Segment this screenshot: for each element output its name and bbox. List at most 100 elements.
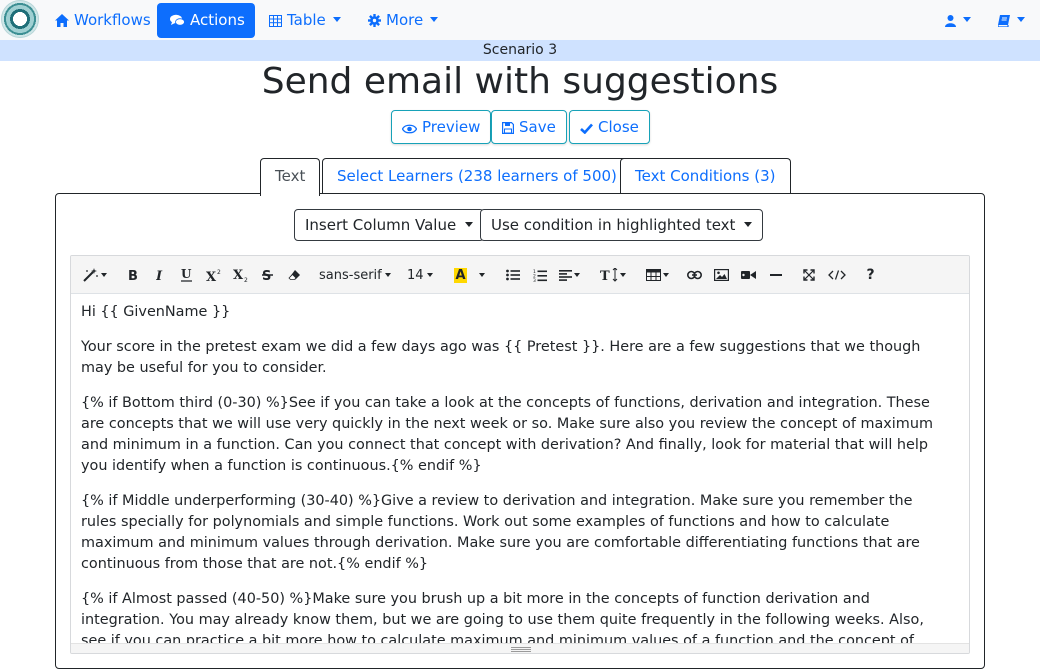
comments-icon [170, 14, 185, 26]
save-button[interactable]: Save [491, 110, 567, 144]
fullscreen-icon [802, 269, 815, 281]
svg-text:I: I [156, 269, 163, 281]
editor-resize-bar[interactable] [71, 643, 969, 653]
insert-table-dropdown[interactable] [641, 262, 673, 289]
color-more-dropdown[interactable] [473, 262, 489, 289]
chevron-down-icon [1017, 17, 1025, 22]
ordered-list-button[interactable]: 123 [526, 262, 553, 289]
svg-text:B: B [128, 269, 138, 281]
subscript-icon: X2 [233, 268, 248, 284]
use-condition-label: Use condition in highlighted text [491, 216, 736, 234]
style-dropdown[interactable] [79, 262, 111, 289]
svg-text:T: T [600, 269, 610, 282]
magic-wand-icon [83, 268, 98, 282]
tab-text-conditions-label: Text Conditions (3) [635, 167, 776, 185]
nav-table[interactable]: Table [256, 3, 354, 38]
preview-button-label: Preview [422, 118, 481, 136]
insert-column-value-dropdown[interactable]: Insert Column Value [294, 209, 485, 241]
chevron-down-icon [430, 17, 439, 22]
unordered-list-button[interactable] [499, 262, 526, 289]
checkmark-icon [580, 123, 593, 135]
svg-text:2: 2 [244, 277, 248, 283]
fullscreen-button[interactable] [795, 262, 822, 289]
align-dropdown[interactable] [553, 262, 585, 289]
code-view-button[interactable] [822, 262, 852, 289]
font-name-value: sans-serif [319, 268, 382, 283]
nav-workflows[interactable]: Workflows [42, 3, 164, 38]
bullet-list-icon [505, 269, 520, 281]
horizontal-rule-button[interactable] [762, 262, 789, 289]
editor-toolbar: B I U X2 X2 S sans-serif 14 A 123 T [71, 256, 969, 294]
email-paragraph: {% if Bottom third (0-30) %}See if you c… [81, 395, 933, 474]
nav-table-label: Table [287, 11, 326, 29]
tab-select-learners[interactable]: Select Learners (238 learners of 500) [322, 158, 632, 195]
preview-button[interactable]: Preview [391, 110, 492, 144]
close-button-label: Close [598, 118, 639, 136]
resize-grip-icon [511, 647, 531, 652]
underline-icon: U [181, 267, 192, 282]
save-button-label: Save [519, 118, 556, 136]
chevron-down-icon [426, 273, 433, 277]
insert-link-button[interactable] [681, 262, 708, 289]
top-navbar: Workflows Actions Table More [0, 0, 1040, 40]
minus-icon [769, 273, 782, 276]
nav-actions-label: Actions [190, 11, 245, 29]
nav-workflows-label: Workflows [74, 11, 151, 29]
bold-button[interactable]: B [119, 262, 146, 289]
recent-color-button[interactable]: A [447, 262, 474, 289]
clear-format-button[interactable] [281, 262, 308, 289]
active-tab-joiner [261, 193, 318, 195]
email-paragraph: {% if Almost passed (40-50) %}Make sure … [81, 591, 924, 645]
email-paragraph: {% if Middle underperforming (30-40) %}G… [81, 493, 920, 572]
italic-icon: I [155, 269, 163, 284]
line-height-dropdown[interactable]: T [597, 262, 629, 289]
nav-more[interactable]: More [355, 3, 451, 38]
font-size-dropdown[interactable]: 14 [403, 262, 437, 289]
floppy-disk-icon [502, 122, 514, 134]
nav-more-label: More [386, 11, 424, 29]
font-name-dropdown[interactable]: sans-serif [315, 262, 395, 289]
scenario-label: Scenario 3 [0, 40, 1040, 61]
nav-actions[interactable]: Actions [157, 3, 255, 38]
bold-icon: B [128, 269, 138, 284]
italic-button[interactable]: I [146, 262, 173, 289]
chevron-down-icon [963, 17, 971, 22]
table-icon [645, 269, 661, 281]
text-height-icon: T [600, 267, 618, 284]
eraser-icon [288, 270, 300, 280]
font-size-value: 14 [407, 268, 424, 283]
align-left-icon [558, 269, 572, 281]
tab-select-learners-label: Select Learners (238 learners of 500) [337, 167, 617, 185]
picture-icon [714, 269, 730, 282]
svg-text:2: 2 [217, 269, 221, 276]
video-icon [741, 271, 756, 279]
subscript-button[interactable]: X2 [227, 262, 254, 289]
page-title: Send email with suggestions [261, 61, 779, 102]
chevron-down-icon [479, 273, 485, 277]
superscript-button[interactable]: X2 [200, 262, 227, 289]
editor-content[interactable]: Hi {{ GivenName }} Your score in the pre… [71, 294, 969, 645]
use-condition-dropdown[interactable]: Use condition in highlighted text [480, 209, 764, 241]
app-logo[interactable] [1, 0, 39, 38]
help-book-menu[interactable] [988, 3, 1035, 38]
table-icon [269, 15, 282, 27]
user-icon [945, 15, 956, 27]
gear-icon [368, 14, 381, 27]
tab-text-label: Text [275, 167, 306, 185]
help-button[interactable]: ? [857, 262, 884, 289]
insert-picture-button[interactable] [708, 262, 735, 289]
close-button[interactable]: Close [569, 110, 650, 144]
chevron-down-icon [744, 222, 753, 227]
email-paragraph: Hi {{ GivenName }} [81, 304, 231, 320]
user-menu[interactable] [935, 3, 981, 38]
svg-text:3: 3 [533, 278, 536, 282]
chevron-down-icon [384, 273, 391, 277]
tab-text[interactable]: Text [260, 158, 321, 196]
strikethrough-button[interactable]: S [254, 262, 281, 289]
insert-video-button[interactable] [735, 262, 762, 289]
svg-text:U: U [181, 268, 192, 281]
underline-button[interactable]: U [173, 262, 200, 289]
rich-text-editor: B I U X2 X2 S sans-serif 14 A 123 T [70, 255, 970, 654]
tab-text-conditions[interactable]: Text Conditions (3) [620, 158, 791, 195]
superscript-icon: X2 [206, 269, 221, 285]
